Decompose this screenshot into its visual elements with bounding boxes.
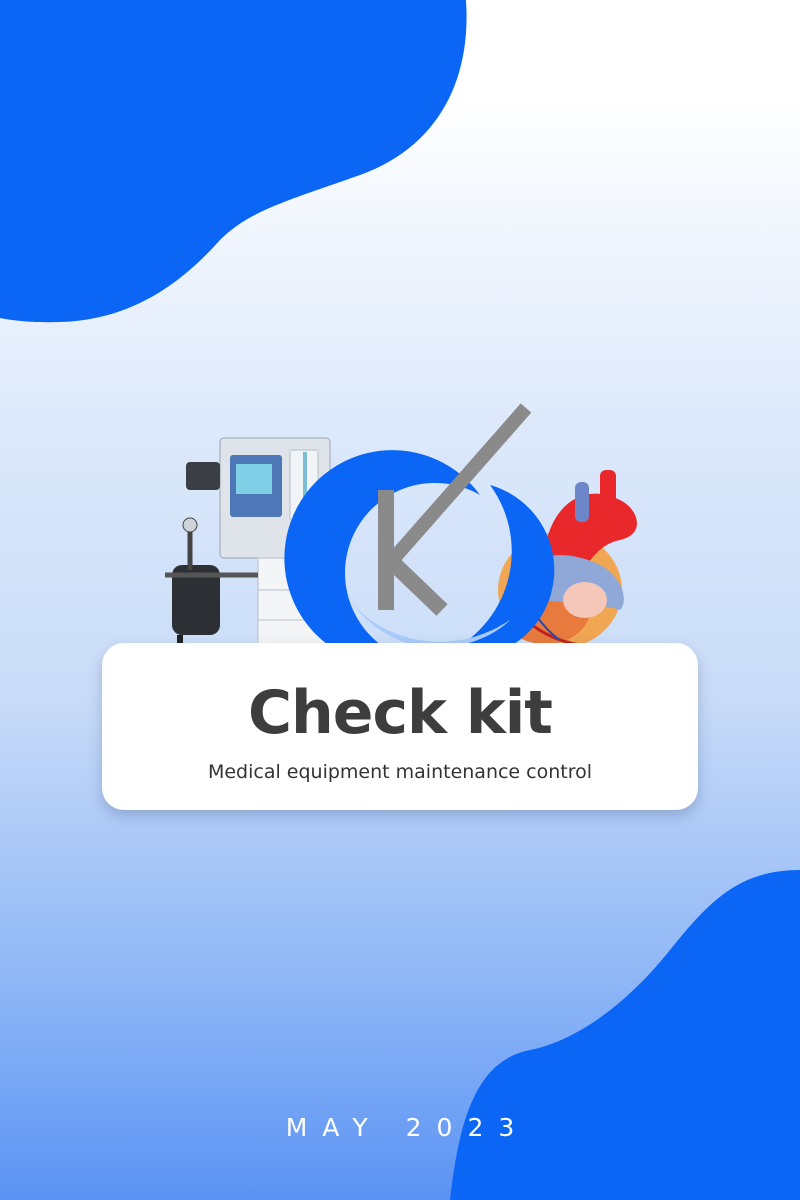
title-card: Check kit Medical equipment maintenance … — [102, 643, 698, 810]
bottom-wave-shape — [450, 870, 800, 1200]
date-label: MAY 2023 — [285, 1113, 530, 1142]
hero-illustration — [165, 403, 637, 660]
page-title: Check kit — [248, 678, 553, 748]
page-subtitle: Medical equipment maintenance control — [207, 761, 593, 783]
top-wave-shape — [0, 0, 467, 323]
